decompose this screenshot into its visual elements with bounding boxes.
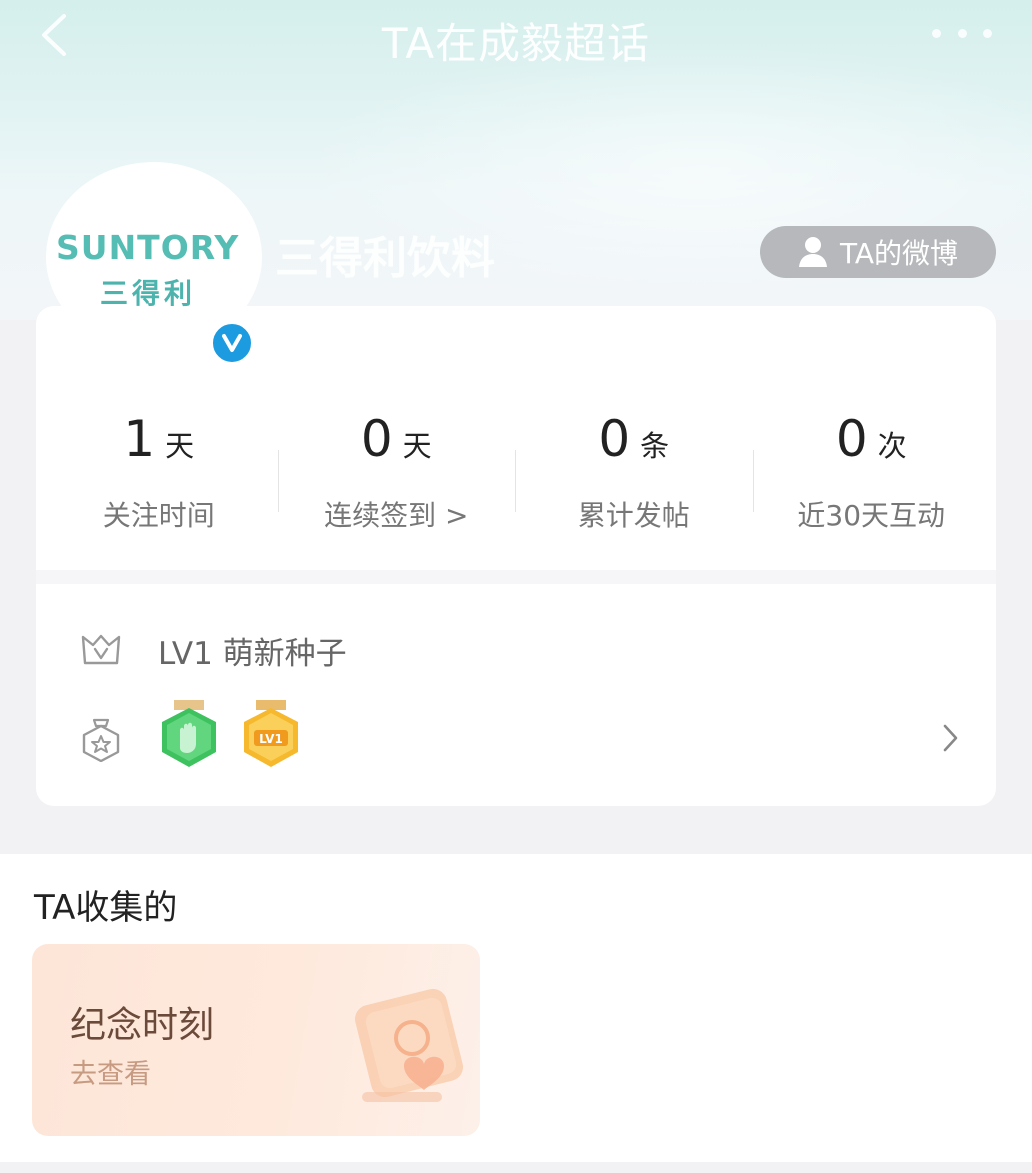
collection-title: TA收集的: [34, 888, 178, 928]
stat-unit: 天: [165, 429, 195, 463]
stat-value: 0: [835, 410, 868, 468]
stat-value: 0: [360, 410, 393, 468]
divider: [36, 570, 996, 584]
stat-value: 1: [123, 410, 156, 468]
stat-checkin-streak[interactable]: 0 天 连续签到 >: [277, 410, 516, 540]
stat-label: 关注时间: [102, 499, 215, 532]
verified-v-icon: [222, 334, 242, 352]
stat-unit: 次: [877, 429, 907, 463]
stat-interactions-30d[interactable]: 0 次 近30天互动: [752, 410, 991, 540]
chevron-right-icon: [943, 724, 958, 752]
stat-follow-time[interactable]: 1 天 关注时间: [40, 410, 278, 540]
avatar-logo-cn-text: 三得利: [100, 277, 197, 310]
more-dot-icon: [957, 28, 967, 38]
more-options-button[interactable]: [932, 16, 992, 50]
medal-icon: [82, 718, 120, 762]
lv1-medal-text: LV1: [259, 732, 283, 746]
stat-label: 累计发帖: [577, 499, 690, 532]
stat-total-posts[interactable]: 0 条 累计发帖: [515, 410, 753, 540]
calendar-heart-icon: [354, 988, 464, 1102]
memo-card-title: 纪念时刻: [70, 1005, 215, 1046]
stat-label: 连续签到 >: [324, 499, 469, 532]
ta-weibo-label: TA的微博: [839, 237, 959, 270]
avatar-logo-text: SUNTORY: [56, 228, 240, 267]
page-title: TA在成毅超话: [381, 19, 651, 68]
username: 三得利饮料: [275, 233, 495, 284]
lv1-medal-icon: LV1: [244, 700, 298, 767]
stats-row: 1 天 关注时间 0 天 连续签到 > 0 条 累计发帖 0 次 近30天互动: [40, 410, 990, 540]
memo-card-link[interactable]: 去查看: [70, 1052, 151, 1091]
level-row[interactable]: LV1 萌新种子: [80, 626, 347, 674]
level-label: LV1 萌新种子: [158, 635, 347, 672]
crown-icon: [81, 634, 121, 665]
medal-list: LV1: [158, 700, 302, 772]
medal-row[interactable]: LV1: [80, 700, 960, 780]
ta-weibo-button[interactable]: TA的微博: [760, 226, 996, 278]
wave-hand-medal-icon: [162, 700, 216, 767]
more-dot-icon: [932, 28, 941, 38]
verified-badge: [210, 321, 254, 365]
stat-unit: 条: [640, 429, 670, 463]
memorial-moments-card[interactable]: 纪念时刻 去查看: [32, 944, 480, 1136]
stat-value: 0: [598, 410, 631, 468]
user-icon: [798, 237, 827, 267]
stat-label: 近30天互动: [797, 499, 946, 532]
stat-unit: 天: [402, 429, 432, 463]
bottom-divider: [0, 1162, 1032, 1173]
more-dot-icon: [983, 28, 992, 38]
